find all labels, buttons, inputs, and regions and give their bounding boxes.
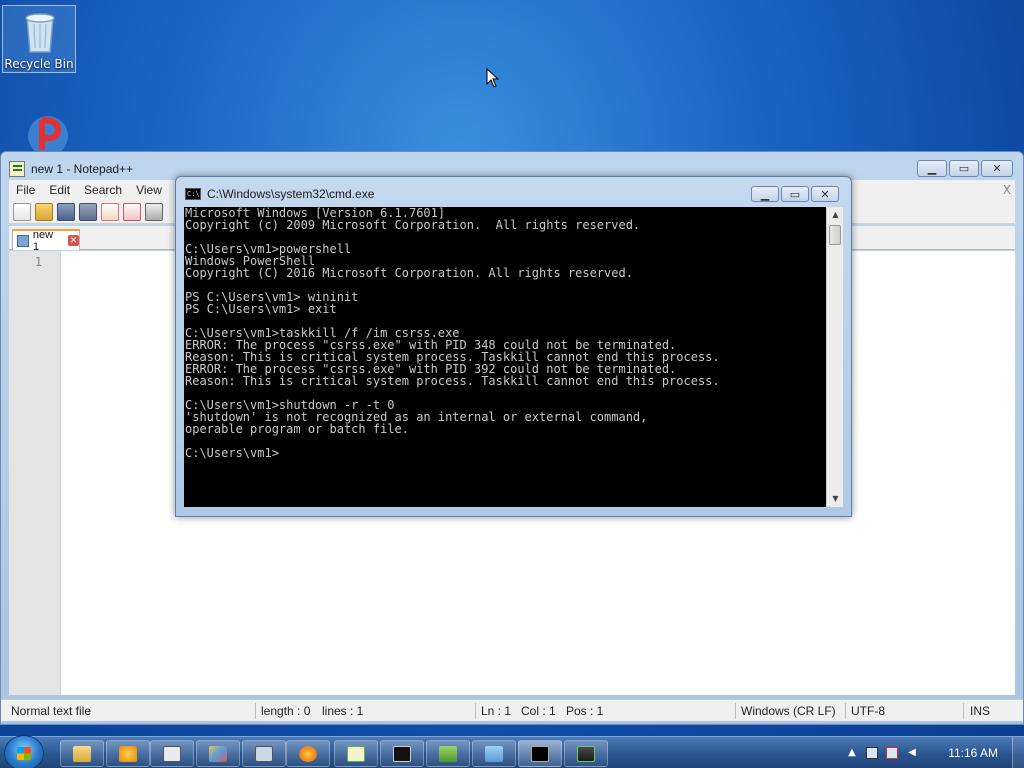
cmd-window-title: C:\Windows\system32\cmd.exe xyxy=(207,187,375,201)
status-insert-mode: INS xyxy=(970,704,991,718)
menu-file[interactable]: File xyxy=(9,183,42,197)
console-output-area[interactable]: Microsoft Windows [Version 6.1.7601] Cop… xyxy=(184,207,826,507)
notepad-window-controls: ▁ ▭ ✕ xyxy=(917,160,1013,177)
paint-icon xyxy=(209,745,227,762)
scroll-thumb[interactable] xyxy=(829,225,841,245)
status-file-type: Normal text file xyxy=(11,704,92,718)
system-tray: ▲ ◀ 11:16 AM xyxy=(834,737,1024,768)
document-icon xyxy=(17,234,29,247)
taskbar-network[interactable] xyxy=(426,740,470,767)
tab-close-icon[interactable]: ✕ xyxy=(68,235,79,246)
notepad-title-bar[interactable]: new 1 - Notepad++ xyxy=(9,160,133,178)
calculator-icon xyxy=(255,745,273,762)
cmd-icon: C:\ xyxy=(185,188,201,200)
tab-new-1[interactable]: new 1 ✕ xyxy=(12,228,80,253)
open-file-icon[interactable] xyxy=(35,202,53,221)
scroll-down-icon[interactable]: ▼ xyxy=(827,491,844,507)
maximize-button[interactable]: ▭ xyxy=(949,160,979,177)
recycle-bin-label: Recycle Bin xyxy=(4,57,74,71)
taskbar-cmd[interactable] xyxy=(518,740,562,767)
menu-search[interactable]: Search xyxy=(77,183,129,197)
taskbar-vm-tool[interactable] xyxy=(564,740,608,767)
volume-icon[interactable]: ◀ xyxy=(906,747,918,759)
show-desktop-button[interactable] xyxy=(1012,737,1024,768)
taskbar: ▲ ◀ 11:16 AM xyxy=(0,735,1024,768)
trash-icon xyxy=(25,13,55,53)
cmd-title-bar[interactable]: C:\ C:\Windows\system32\cmd.exe xyxy=(185,186,374,202)
close-all-icon[interactable] xyxy=(123,202,141,221)
taskbar-calculator[interactable] xyxy=(242,740,286,767)
status-length: length : 0 xyxy=(261,704,311,718)
taskbar-7zip[interactable] xyxy=(380,740,424,767)
new-file-icon[interactable] xyxy=(13,202,31,221)
clock[interactable]: 11:16 AM xyxy=(948,746,998,760)
close-document-button[interactable]: X xyxy=(1003,183,1015,197)
firefox-icon xyxy=(299,745,317,762)
notepad-plus-plus-icon xyxy=(347,745,365,762)
p-logo-icon xyxy=(28,116,68,152)
cmd-maximize-button[interactable]: ▭ xyxy=(781,186,809,202)
cmd-taskbar-icon xyxy=(531,745,549,762)
taskbar-media-player[interactable] xyxy=(106,740,150,767)
7zip-icon xyxy=(393,745,411,762)
menu-edit[interactable]: Edit xyxy=(42,183,77,197)
save-all-icon[interactable] xyxy=(79,202,97,221)
close-button[interactable]: ✕ xyxy=(981,160,1013,177)
status-col: Col : 1 xyxy=(521,704,556,718)
menu-view[interactable]: View xyxy=(129,183,169,197)
tab-label: new 1 xyxy=(32,228,54,253)
network-status-icon[interactable] xyxy=(886,747,898,759)
taskbar-paint[interactable] xyxy=(196,740,240,767)
vm-tool-icon xyxy=(577,745,595,762)
folder-icon xyxy=(73,745,91,762)
network-icon xyxy=(439,745,457,762)
console-text: Microsoft Windows [Version 6.1.7601] Cop… xyxy=(185,207,720,460)
notepad-app-icon xyxy=(9,161,25,177)
status-ln: Ln : 1 xyxy=(481,704,512,718)
recycle-bin-icon[interactable]: Recycle Bin xyxy=(2,5,76,73)
taskbar-calculator-app[interactable] xyxy=(150,740,194,767)
app-shortcut-icon[interactable] xyxy=(12,110,86,152)
cmd-window[interactable]: C:\ C:\Windows\system32\cmd.exe ▁ ▭ ✕ Mi… xyxy=(175,176,852,517)
cmd-window-controls: ▁ ▭ ✕ xyxy=(751,186,839,202)
cmd-minimize-button[interactable]: ▁ xyxy=(751,186,779,202)
print-icon[interactable] xyxy=(145,202,163,221)
taskbar-explorer[interactable] xyxy=(60,740,104,767)
notepad-window-title: new 1 - Notepad++ xyxy=(31,162,134,176)
line-number: 1 xyxy=(34,255,42,269)
close-file-icon[interactable] xyxy=(101,202,119,221)
start-button[interactable] xyxy=(4,735,44,768)
control-panel-icon xyxy=(485,745,503,762)
taskbar-control-panel[interactable] xyxy=(472,740,516,767)
status-lines: lines : 1 xyxy=(322,704,364,718)
media-player-icon xyxy=(119,745,137,762)
status-pos: Pos : 1 xyxy=(566,704,604,718)
status-eol: Windows (CR LF) xyxy=(741,704,836,718)
line-number-gutter: 1 xyxy=(9,251,61,695)
mouse-pointer-icon xyxy=(486,68,500,88)
calculator-app-icon xyxy=(163,745,181,762)
scroll-up-icon[interactable]: ▲ xyxy=(827,207,844,223)
minimize-button[interactable]: ▁ xyxy=(917,160,947,177)
show-hidden-icons-icon[interactable]: ▲ xyxy=(846,747,858,759)
cmd-close-button[interactable]: ✕ xyxy=(811,186,839,202)
status-encoding: UTF-8 xyxy=(851,704,885,718)
action-center-icon[interactable] xyxy=(866,747,878,759)
taskbar-firefox[interactable] xyxy=(286,740,330,767)
save-icon[interactable] xyxy=(57,202,75,221)
status-bar: Normal text file length : 0 lines : 1 Ln… xyxy=(1,699,1023,721)
taskbar-notepad-plus-plus[interactable] xyxy=(334,740,378,767)
cmd-scrollbar[interactable]: ▲ ▼ xyxy=(826,207,843,507)
